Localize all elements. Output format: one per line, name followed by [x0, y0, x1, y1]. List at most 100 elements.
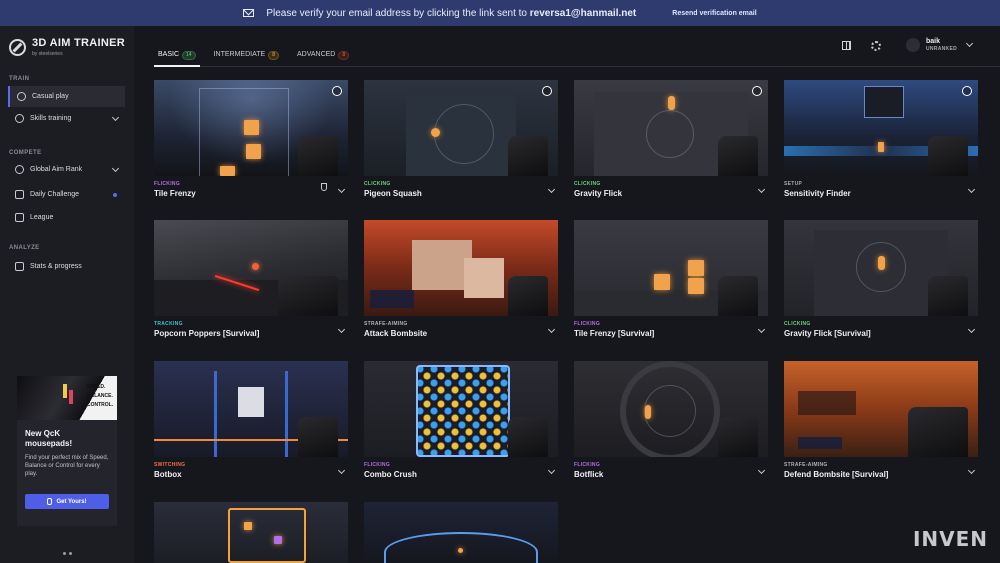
mail-icon: [243, 9, 255, 17]
gear-icon[interactable]: [871, 41, 881, 51]
scenario-thumbnail: [574, 220, 768, 316]
scenario-name: Sensitivity Finder: [784, 189, 851, 198]
sidebar-item-global-aim-rank[interactable]: Global Aim Rank: [8, 159, 125, 180]
target-icon: [15, 114, 24, 123]
scenario-card[interactable]: CLICKING Gravity Flick: [574, 80, 768, 210]
scenario-card[interactable]: TRACKING Popcorn Poppers [Survival]: [154, 220, 348, 350]
resend-verification-link[interactable]: Resend verification email: [672, 10, 756, 17]
map-icon[interactable]: [842, 41, 851, 50]
app-title: 3D AIM TRAINER: [32, 37, 126, 49]
chevron-down-icon[interactable]: [337, 325, 346, 334]
chevron-down-icon[interactable]: [757, 325, 766, 334]
shield-icon: [15, 213, 24, 222]
user-rank: UNRANKED: [926, 46, 958, 52]
crosshair-icon: [17, 92, 26, 101]
scenario-card[interactable]: SWITCHING Botbox: [154, 361, 348, 491]
sidebar-item-label: Daily Challenge: [30, 191, 80, 198]
get-yours-button[interactable]: Get Yours!: [25, 494, 109, 509]
mouse-icon: [47, 498, 53, 505]
scenario-thumbnail: [364, 80, 558, 176]
scenario-card[interactable]: FLICKING Combo Crush: [364, 361, 558, 491]
scenario-name: Popcorn Poppers [Survival]: [154, 329, 260, 338]
scenario-card[interactable]: FLICKING Tile Frenzy [Survival]: [574, 220, 768, 350]
flask-icon[interactable]: [321, 183, 327, 191]
scenario-card[interactable]: [364, 502, 558, 563]
promo-card: SPEED. BALANCE. CONTROL. New QcK mousepa…: [17, 376, 117, 526]
promo-image-text: CONTROL.: [87, 402, 114, 408]
app-subtitle: by steelseries: [32, 51, 63, 57]
scenario-card[interactable]: SETUP Sensitivity Finder: [784, 80, 978, 210]
username: baik: [926, 38, 941, 45]
scenario-card[interactable]: [154, 502, 348, 563]
scenario-thumbnail: [364, 502, 558, 563]
scenario-category: FLICKING: [154, 181, 181, 187]
section-train: TRAIN: [9, 76, 30, 82]
chevron-down-icon[interactable]: [967, 185, 976, 194]
sidebar-item-daily-challenge[interactable]: Daily Challenge: [8, 184, 125, 205]
chevron-down-icon: [111, 164, 120, 173]
banner-message: Please verify your email address by clic…: [266, 7, 637, 19]
play-icon[interactable]: [752, 86, 762, 96]
tab-basic[interactable]: BASIC 14: [154, 46, 200, 67]
sidebar-item-casual-play[interactable]: Casual play: [8, 86, 125, 107]
calendar-icon: [15, 190, 24, 199]
scenario-thumbnail: [154, 361, 348, 457]
tab-advanced[interactable]: ADVANCED 8: [293, 46, 353, 67]
scenario-thumbnail: [784, 220, 978, 316]
scenario-card[interactable]: FLICKING Tile Frenzy: [154, 80, 348, 210]
sidebar-item-label: Global Aim Rank: [30, 166, 83, 173]
chevron-down-icon: [965, 39, 974, 48]
scenario-category: TRACKING: [154, 321, 183, 327]
scenario-card[interactable]: STRAFE-AIMING Attack Bombsite: [364, 220, 558, 350]
promo-image: SPEED. BALANCE. CONTROL.: [17, 376, 117, 420]
tab-label: INTERMEDIATE: [213, 51, 266, 58]
scenario-card[interactable]: CLICKING Gravity Flick [Survival]: [784, 220, 978, 350]
tab-intermediate[interactable]: INTERMEDIATE 8: [210, 46, 283, 67]
sidebar-item-label: Casual play: [32, 93, 69, 100]
button-label: Get Yours!: [56, 498, 87, 505]
count-badge: 8: [338, 51, 350, 60]
sidebar-item-league[interactable]: League: [8, 207, 125, 228]
scenario-card[interactable]: STRAFE-AIMING Defend Bombsite [Survival]: [784, 361, 978, 491]
scenario-category: SETUP: [784, 181, 803, 187]
chevron-down-icon[interactable]: [337, 466, 346, 475]
scenario-category: CLICKING: [784, 321, 811, 327]
promo-image-text: BALANCE.: [87, 393, 113, 399]
chevron-down-icon[interactable]: [547, 185, 556, 194]
scenario-category: FLICKING: [574, 462, 601, 468]
scenario-thumbnail: [574, 361, 768, 457]
chevron-down-icon: [111, 113, 120, 122]
scenario-name: Tile Frenzy [Survival]: [574, 329, 655, 338]
scenario-thumbnail: [574, 80, 768, 176]
promo-image-text: SPEED.: [87, 384, 106, 390]
scenario-name: Attack Bombsite: [364, 329, 428, 338]
chevron-down-icon[interactable]: [757, 466, 766, 475]
scenario-name: Combo Crush: [364, 470, 417, 479]
sidebar-item-stats-progress[interactable]: Stats & progress: [8, 256, 125, 277]
chevron-down-icon[interactable]: [547, 325, 556, 334]
chevron-down-icon[interactable]: [967, 466, 976, 475]
scenario-thumbnail: [154, 502, 348, 563]
user-menu[interactable]: baik UNRANKED: [906, 38, 974, 52]
chevron-down-icon[interactable]: [547, 466, 556, 475]
play-icon[interactable]: [332, 86, 342, 96]
scenario-category: FLICKING: [364, 462, 391, 468]
chevron-down-icon[interactable]: [967, 325, 976, 334]
count-badge: 8: [268, 51, 279, 60]
avatar: [906, 38, 920, 52]
scenario-name: Defend Bombsite [Survival]: [784, 470, 889, 479]
app-logo[interactable]: 3D AIM TRAINER by steelseries: [9, 38, 125, 57]
chevron-down-icon[interactable]: [337, 185, 346, 194]
sidebar-item-label: Skills training: [30, 115, 72, 122]
scenario-category: CLICKING: [364, 181, 391, 187]
sidebar-item-label: League: [30, 214, 54, 221]
sidebar-item-skills-training[interactable]: Skills training: [8, 108, 125, 129]
logo-icon: [9, 39, 26, 56]
scenario-card[interactable]: FLICKING Botflick: [574, 361, 768, 491]
scenario-thumbnail: [154, 220, 348, 316]
play-icon[interactable]: [962, 86, 972, 96]
chevron-down-icon[interactable]: [757, 185, 766, 194]
carousel-dots[interactable]: [63, 552, 72, 555]
play-icon[interactable]: [542, 86, 552, 96]
scenario-card[interactable]: CLICKING Pigeon Squash: [364, 80, 558, 210]
